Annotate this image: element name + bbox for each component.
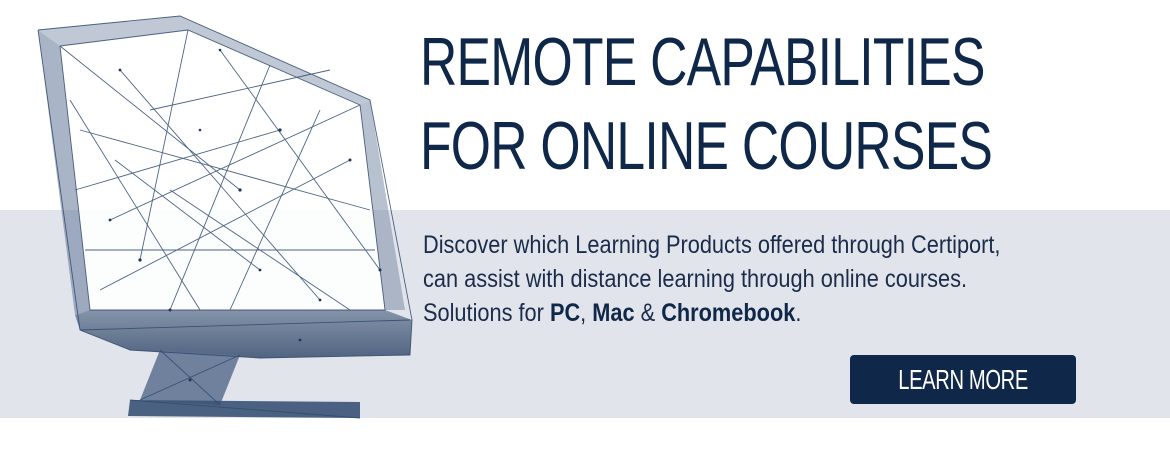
- solutions-suffix: .: [795, 299, 802, 327]
- description-line-2: can assist with distance learning throug…: [423, 265, 968, 293]
- learn-more-label: LEARN MORE: [898, 363, 1028, 395]
- separator-2: &: [634, 299, 662, 327]
- headline-line-2: FOR ONLINE COURSES: [420, 108, 993, 184]
- headline: REMOTE CAPABILITIES FOR ONLINE COURSES: [420, 20, 993, 188]
- learn-more-button[interactable]: LEARN MORE: [850, 355, 1076, 404]
- description-line-1: Discover which Learning Products offered…: [423, 231, 1001, 259]
- platform-mac: Mac: [592, 299, 635, 327]
- platform-chromebook: Chromebook: [661, 299, 796, 327]
- platform-pc: PC: [549, 299, 581, 327]
- separator-1: ,: [580, 299, 593, 327]
- description: Discover which Learning Products offered…: [423, 228, 1067, 330]
- headline-line-1: REMOTE CAPABILITIES: [420, 24, 985, 100]
- wireframe-monitor-icon: [37, 15, 413, 419]
- solutions-prefix: Solutions for: [423, 299, 550, 327]
- description-line-3: Solutions for PC, Mac & Chromebook.: [423, 296, 1067, 330]
